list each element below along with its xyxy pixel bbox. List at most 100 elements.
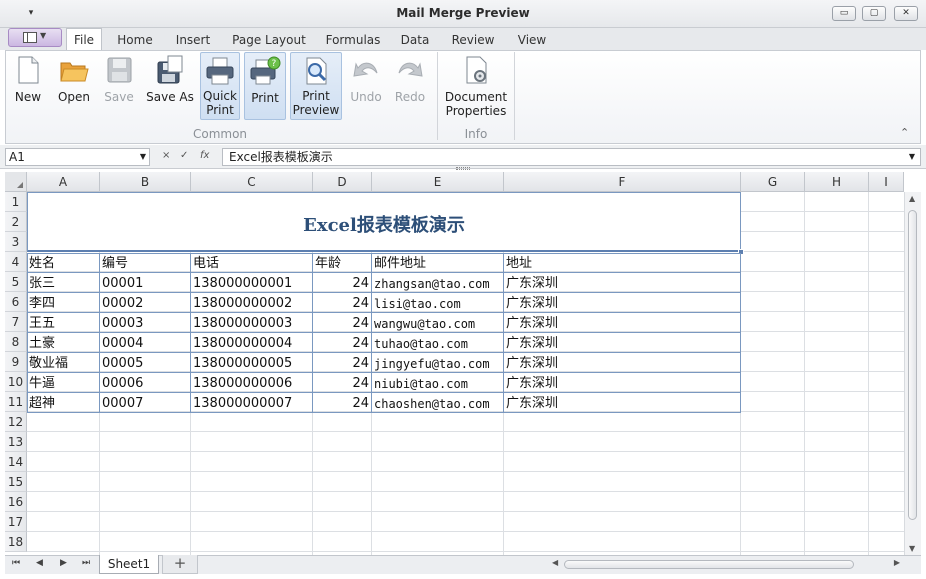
enter-icon[interactable]: ✓ [180, 150, 188, 161]
column-header-f[interactable]: F [504, 172, 741, 192]
column-header-g[interactable]: G [741, 172, 805, 192]
row-header-11[interactable]: 11 [5, 392, 27, 412]
first-sheet-icon[interactable]: ⏮ [12, 558, 20, 568]
table-cell[interactable]: wangwu@tao.com [372, 313, 503, 333]
name-box[interactable]: A1 ▼ [5, 148, 150, 166]
add-sheet-button[interactable]: + [162, 555, 198, 574]
quick-print-button[interactable]: Quick Print [200, 52, 240, 120]
row-header-13[interactable]: 13 [5, 432, 27, 452]
table-cell[interactable]: 00007 [100, 393, 190, 413]
save-as-button[interactable]: Save As [144, 54, 196, 120]
column-header-c[interactable]: C [191, 172, 313, 192]
tab-data[interactable]: Data [396, 30, 434, 50]
table-cell[interactable]: 24 [313, 293, 371, 313]
table-cell[interactable]: jingyefu@tao.com [372, 353, 503, 373]
table-cell[interactable]: lisi@tao.com [372, 293, 503, 313]
save-button[interactable]: Save [101, 54, 137, 120]
insert-function-icon[interactable]: fx [200, 150, 209, 161]
resize-grip-icon[interactable] [456, 167, 470, 170]
tab-view[interactable]: View [512, 30, 552, 50]
header-cell[interactable]: 邮件地址 [372, 253, 503, 273]
row-header-18[interactable]: 18 [5, 532, 27, 552]
table-cell[interactable]: 24 [313, 393, 371, 413]
table-cell[interactable]: 广东深圳 [504, 353, 740, 373]
table-cell[interactable]: niubi@tao.com [372, 373, 503, 393]
column-header-b[interactable]: B [100, 172, 191, 192]
table-cell[interactable]: 广东深圳 [504, 293, 740, 313]
table-cell[interactable]: 李四 [27, 293, 99, 313]
table-cell[interactable]: 00001 [100, 273, 190, 293]
table-cell[interactable]: 00005 [100, 353, 190, 373]
table-cell[interactable]: 00006 [100, 373, 190, 393]
cancel-icon[interactable]: × [162, 150, 170, 161]
table-cell[interactable]: 超神 [27, 393, 99, 413]
table-cell[interactable]: 广东深圳 [504, 333, 740, 353]
print-button[interactable]: ? Print [244, 52, 286, 120]
chevron-down-icon[interactable]: ▼ [140, 149, 146, 165]
table-cell[interactable]: 24 [313, 353, 371, 373]
table-cell[interactable]: 138000000001 [191, 273, 312, 293]
chevron-down-icon[interactable]: ▼ [909, 149, 915, 165]
horizontal-scrollbar[interactable]: ◀ ▶ [550, 557, 902, 572]
app-menu-button[interactable]: ▼ [8, 28, 62, 47]
table-cell[interactable]: zhangsan@tao.com [372, 273, 503, 293]
header-cell[interactable]: 年龄 [313, 253, 371, 273]
row-header-1[interactable]: 1 [5, 192, 27, 212]
table-cell[interactable]: chaoshen@tao.com [372, 393, 503, 413]
table-cell[interactable]: 24 [313, 273, 371, 293]
select-all-button[interactable] [5, 172, 27, 192]
row-header-3[interactable]: 3 [5, 232, 27, 252]
collapse-ribbon-icon[interactable]: ⌃ [900, 126, 909, 139]
table-cell[interactable]: 00004 [100, 333, 190, 353]
column-header-i[interactable]: I [869, 172, 904, 192]
table-cell[interactable]: 138000000004 [191, 333, 312, 353]
vertical-scroll-thumb[interactable] [908, 210, 917, 520]
print-preview-button[interactable]: Print Preview [290, 52, 342, 120]
column-header-e[interactable]: E [372, 172, 504, 192]
row-header-15[interactable]: 15 [5, 472, 27, 492]
restore-button[interactable]: ▢ [862, 6, 886, 21]
header-cell[interactable]: 地址 [504, 253, 740, 273]
table-cell[interactable]: 24 [313, 333, 371, 353]
row-header-10[interactable]: 10 [5, 372, 27, 392]
table-cell[interactable]: 广东深圳 [504, 393, 740, 413]
scroll-up-icon[interactable]: ▲ [909, 194, 915, 203]
scroll-down-icon[interactable]: ▼ [909, 544, 915, 553]
table-cell[interactable]: 138000000002 [191, 293, 312, 313]
tab-review[interactable]: Review [447, 30, 499, 50]
undo-button[interactable]: Undo [346, 54, 386, 120]
row-header-5[interactable]: 5 [5, 272, 27, 292]
row-header-6[interactable]: 6 [5, 292, 27, 312]
table-cell[interactable]: 广东深圳 [504, 273, 740, 293]
header-cell[interactable]: 编号 [100, 253, 190, 273]
prev-sheet-icon[interactable]: ◀ [36, 558, 43, 568]
scroll-left-icon[interactable]: ◀ [552, 558, 558, 567]
row-header-7[interactable]: 7 [5, 312, 27, 332]
table-cell[interactable]: 24 [313, 313, 371, 333]
table-cell[interactable]: tuhao@tao.com [372, 333, 503, 353]
tab-insert[interactable]: Insert [170, 30, 216, 50]
vertical-scrollbar[interactable]: ▲ ▼ [904, 192, 921, 555]
minimize-button[interactable]: ▭ [832, 6, 856, 21]
row-header-16[interactable]: 16 [5, 492, 27, 512]
table-cell[interactable]: 138000000003 [191, 313, 312, 333]
header-cell[interactable]: 姓名 [27, 253, 99, 273]
spreadsheet-grid[interactable]: A B C D E F G H I 1 2 3 4 5 6 7 8 9 10 11 12 13 14 15 16 17 18 Exce… [5, 172, 904, 555]
formula-input[interactable]: Excel报表模板演示 ▼ [222, 148, 921, 166]
column-header-h[interactable]: H [805, 172, 869, 192]
table-cell[interactable]: 138000000006 [191, 373, 312, 393]
row-header-17[interactable]: 17 [5, 512, 27, 532]
row-header-2[interactable]: 2 [5, 212, 27, 232]
last-sheet-icon[interactable]: ⏭ [82, 558, 90, 568]
tab-file[interactable]: File [66, 28, 102, 51]
row-header-9[interactable]: 9 [5, 352, 27, 372]
table-cell[interactable]: 24 [313, 373, 371, 393]
document-properties-button[interactable]: Document Properties [444, 54, 508, 120]
next-sheet-icon[interactable]: ▶ [60, 558, 67, 568]
table-cell[interactable]: 广东深圳 [504, 313, 740, 333]
row-header-8[interactable]: 8 [5, 332, 27, 352]
column-header-d[interactable]: D [313, 172, 372, 192]
close-button[interactable]: ✕ [894, 6, 918, 21]
header-cell[interactable]: 电话 [191, 253, 312, 273]
tab-page-layout[interactable]: Page Layout [230, 30, 308, 50]
